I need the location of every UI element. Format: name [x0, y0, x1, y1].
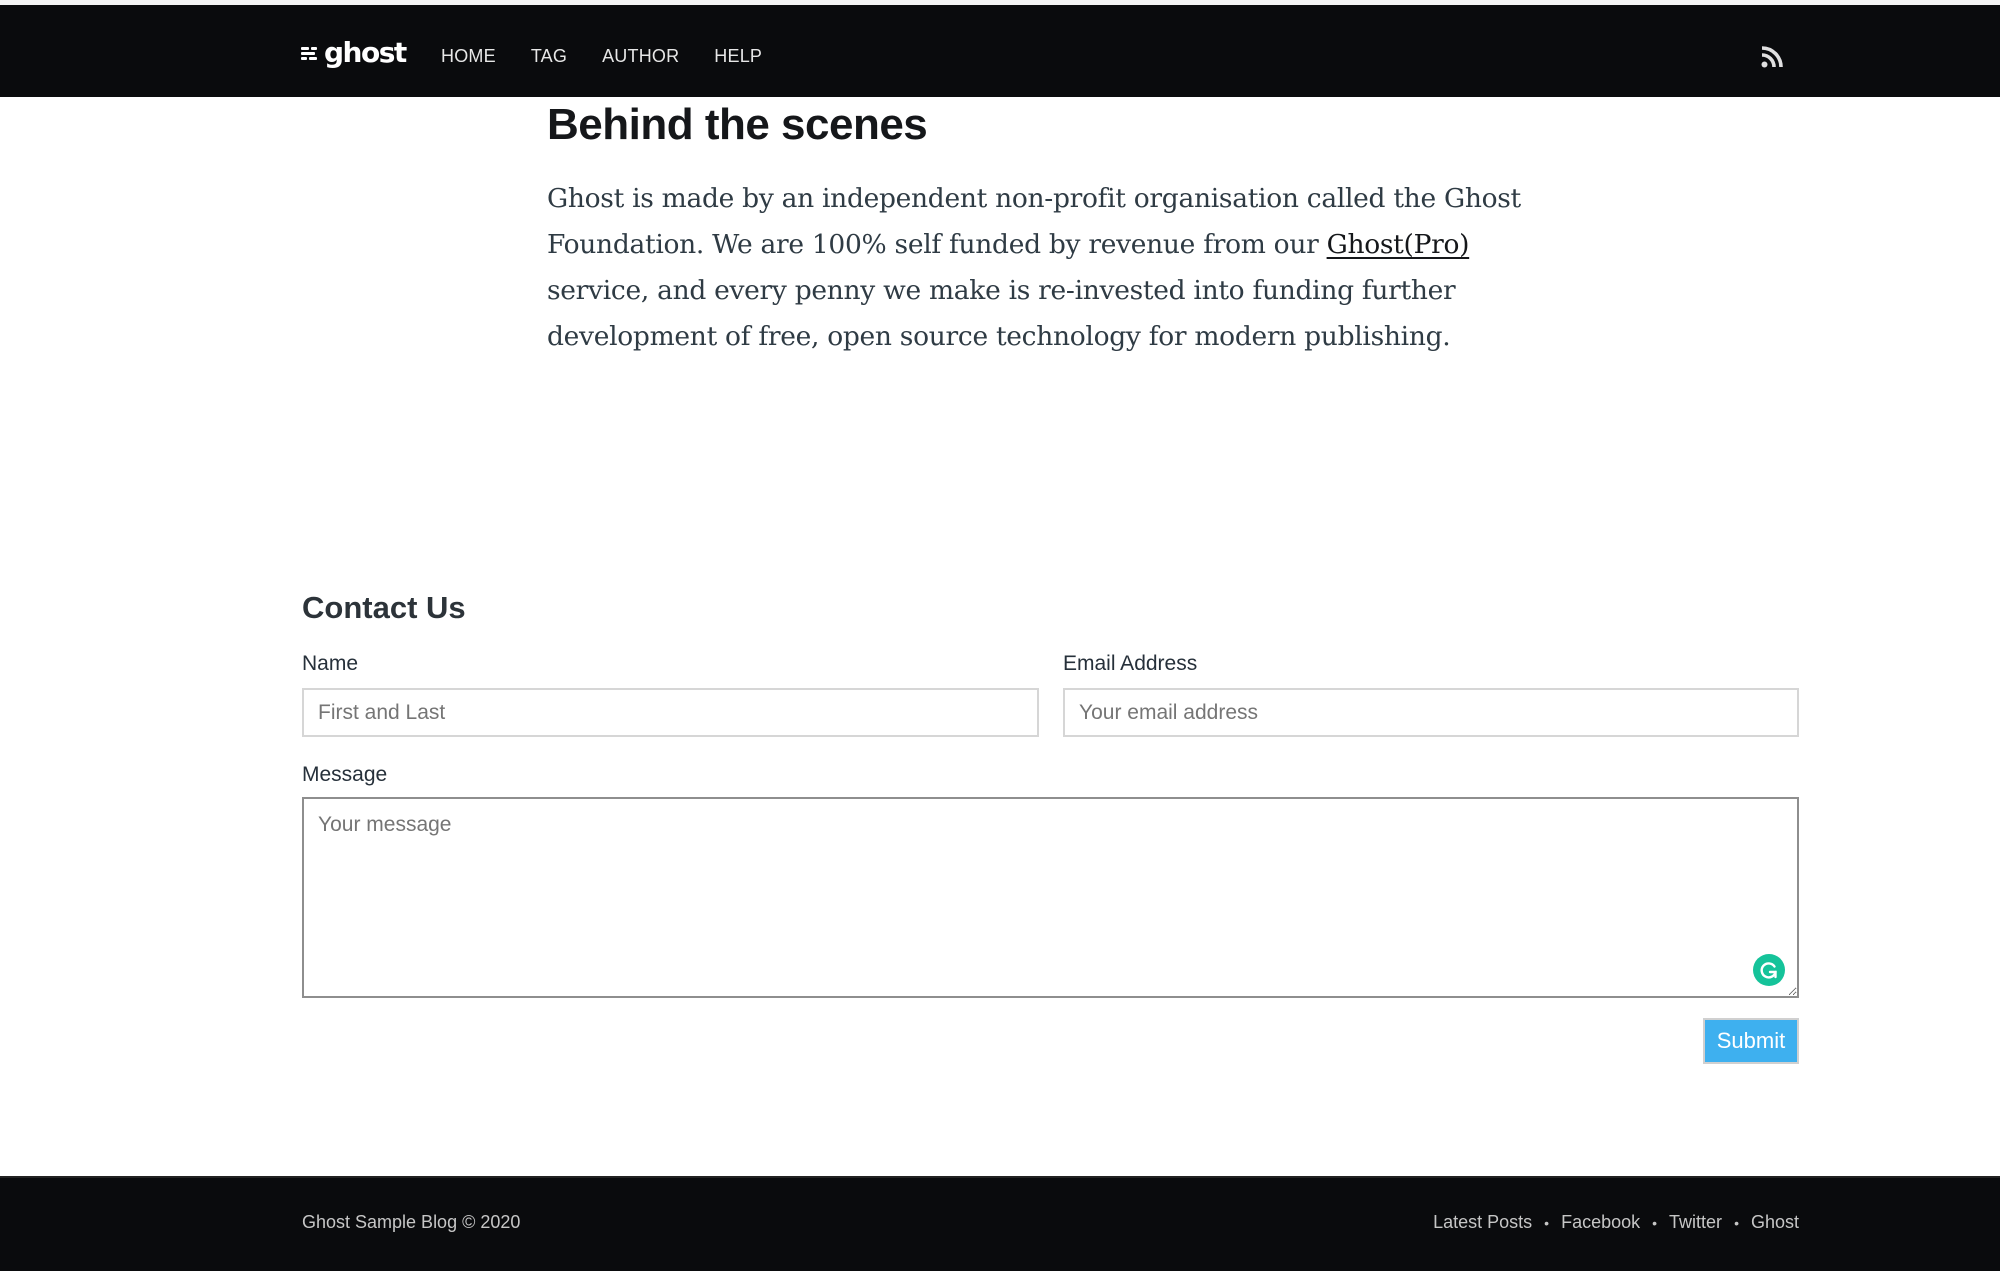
article-text-after: service, and every penny we make is re-i… — [547, 275, 1456, 352]
footer-nav: Latest Posts • Facebook • Twitter • Ghos… — [1433, 1212, 1799, 1233]
page: ghost HOME TAG AUTHOR HELP Behind the sc… — [0, 0, 2000, 1271]
footer-link-latest-posts[interactable]: Latest Posts — [1433, 1212, 1532, 1233]
site-footer: Ghost Sample Blog © 2020 Latest Posts • … — [0, 1176, 2000, 1271]
nav-menu: HOME TAG AUTHOR HELP — [441, 10, 797, 102]
nav-item-home[interactable]: HOME — [441, 46, 496, 67]
ghost-logo-icon — [301, 45, 319, 61]
submit-button[interactable]: Submit — [1703, 1018, 1799, 1064]
footer-copyright: Ghost Sample Blog © 2020 — [302, 1212, 521, 1232]
footer-link-ghost[interactable]: Ghost — [1751, 1212, 1799, 1233]
grammarly-g-glyph — [1760, 962, 1777, 979]
contact-heading: Contact Us — [302, 590, 466, 625]
rss-icon — [1761, 46, 1783, 68]
footer-separator: • — [1544, 1214, 1550, 1231]
site-nav: ghost HOME TAG AUTHOR HELP — [0, 5, 2000, 97]
footer-separator: • — [1652, 1214, 1658, 1231]
rss-button[interactable] — [1761, 46, 1783, 68]
nav-item-tag[interactable]: TAG — [531, 46, 567, 67]
email-label: Email Address — [1063, 652, 1198, 675]
email-input[interactable] — [1063, 688, 1799, 737]
nav-item-author[interactable]: AUTHOR — [602, 46, 679, 67]
message-field — [302, 797, 1799, 998]
message-label: Message — [302, 763, 388, 786]
message-input[interactable] — [302, 797, 1799, 998]
footer-link-twitter[interactable]: Twitter — [1669, 1212, 1722, 1233]
article-paragraph: Ghost is made by an independent non-prof… — [547, 176, 1552, 360]
site-logo[interactable]: ghost — [301, 33, 407, 73]
footer-separator: • — [1734, 1214, 1739, 1231]
nav-item-help[interactable]: HELP — [714, 46, 762, 67]
article-heading: Behind the scenes — [547, 100, 928, 149]
logo-text: ghost — [324, 36, 407, 69]
name-label: Name — [302, 652, 359, 675]
ghost-pro-link[interactable]: Ghost(Pro) — [1327, 229, 1470, 260]
name-input[interactable] — [302, 688, 1039, 737]
footer-link-facebook[interactable]: Facebook — [1561, 1212, 1640, 1233]
grammarly-icon[interactable] — [1753, 954, 1785, 986]
